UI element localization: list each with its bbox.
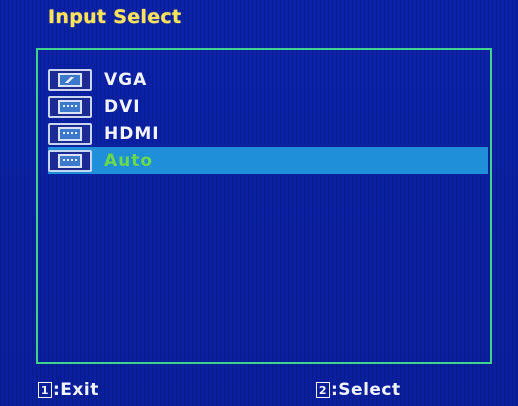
- select-label: :Select: [331, 380, 401, 400]
- hdmi-port-icon: [48, 122, 92, 145]
- osd-title: Input Select: [48, 6, 182, 28]
- menu-item-label: Auto: [104, 150, 154, 171]
- auto-input-icon: [48, 149, 92, 172]
- menu-item-label: DVI: [104, 96, 141, 117]
- menu-item-dvi[interactable]: DVI: [48, 93, 488, 120]
- key-1-icon: 1: [38, 382, 52, 398]
- menu-item-label: VGA: [104, 69, 148, 90]
- dvi-port-icon: [48, 95, 92, 118]
- menu-item-hdmi[interactable]: HDMI: [48, 120, 488, 147]
- exit-hint[interactable]: 1 :Exit: [38, 380, 99, 400]
- key-hint-bar: 1 :Exit 2 :Select: [0, 376, 518, 406]
- menu-item-auto[interactable]: Auto: [48, 147, 488, 174]
- osd-screen: Input Select VGA DVI HDMI Auto 1 :Exit 2…: [0, 0, 518, 406]
- exit-label: :Exit: [53, 380, 99, 400]
- input-source-list: VGA DVI HDMI Auto: [48, 66, 488, 174]
- menu-item-label: HDMI: [104, 123, 160, 144]
- vga-port-icon: [48, 68, 92, 91]
- key-2-icon: 2: [316, 382, 330, 398]
- select-hint[interactable]: 2 :Select: [316, 380, 401, 400]
- menu-item-vga[interactable]: VGA: [48, 66, 488, 93]
